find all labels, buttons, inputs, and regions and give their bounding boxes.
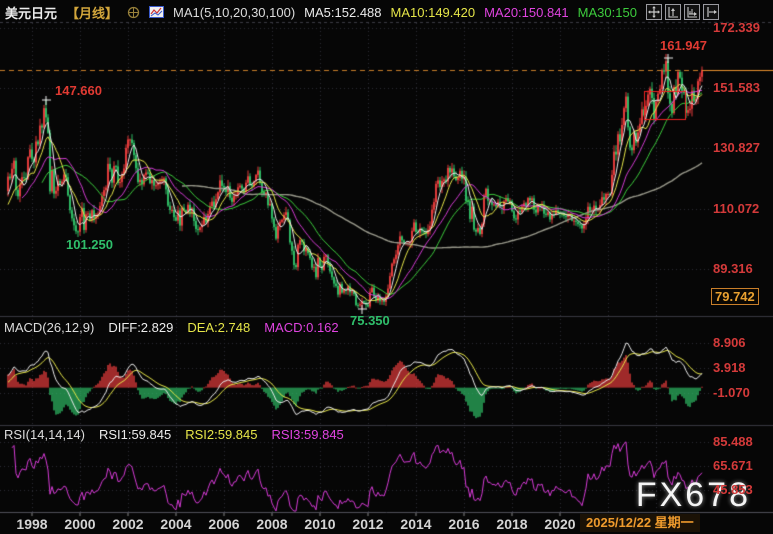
price-axis-label: 89.316 bbox=[713, 261, 771, 276]
ma30-value: MA30:150 bbox=[578, 5, 637, 20]
chart-canvas[interactable] bbox=[0, 0, 773, 534]
current-date-badge: 2025/12/22 星期一 bbox=[580, 514, 700, 532]
rsi3-value: RSI3:59.845 bbox=[272, 427, 344, 442]
price-axis-label: 110.072 bbox=[713, 201, 771, 216]
ma10-value: MA10:149.420 bbox=[391, 5, 476, 20]
ma20-value: MA20:150.841 bbox=[484, 5, 569, 20]
macd-label-row: MACD(26,12,9) DIFF:2.829 DEA:2.748 MACD:… bbox=[4, 320, 339, 335]
annotation-2011-low: 75.350 bbox=[350, 313, 390, 328]
axis-zoom-horizontal-icon[interactable] bbox=[684, 4, 700, 20]
rsi2-value: RSI2:59.845 bbox=[185, 427, 257, 442]
chart-type-icon[interactable] bbox=[149, 6, 164, 18]
macd-diff-value: DIFF:2.829 bbox=[108, 320, 173, 335]
macd-value: MACD:0.162 bbox=[264, 320, 338, 335]
symbol-name: 美元日元 bbox=[5, 3, 57, 22]
chart-header: 美元日元 【月线】 MA1(5,10,20,30,100) MA5:152.48… bbox=[0, 0, 773, 22]
macd-axis-label: 3.918 bbox=[713, 360, 771, 375]
year-label: 2002 bbox=[108, 516, 148, 532]
year-label: 2004 bbox=[156, 516, 196, 532]
axis-zoom-vertical-icon[interactable] bbox=[665, 4, 681, 20]
macd-dea-value: DEA:2.748 bbox=[187, 320, 250, 335]
macd-params: MACD(26,12,9) bbox=[4, 320, 94, 335]
year-label: 2010 bbox=[300, 516, 340, 532]
macd-axis-label: -1.070 bbox=[713, 385, 771, 400]
annotation-1998-high: 147.660 bbox=[55, 83, 102, 98]
year-label: 2012 bbox=[348, 516, 388, 532]
year-label: 2006 bbox=[204, 516, 244, 532]
year-label: 2016 bbox=[444, 516, 484, 532]
annotation-1999-low: 101.250 bbox=[66, 237, 113, 252]
year-label: 2014 bbox=[396, 516, 436, 532]
rsi-axis-label: 85.488 bbox=[713, 434, 771, 449]
rsi-params: RSI(14,14,14) bbox=[4, 427, 85, 442]
target-icon[interactable] bbox=[127, 6, 140, 19]
price-axis-bottom-label: 79.742 bbox=[711, 288, 759, 305]
ma5-value: MA5:152.488 bbox=[304, 5, 381, 20]
year-label: 2018 bbox=[492, 516, 532, 532]
period-label: 【月线】 bbox=[66, 3, 118, 22]
rsi-label-row: RSI(14,14,14) RSI1:59.845 RSI2:59.845 RS… bbox=[4, 427, 344, 442]
rsi-axis-label: 65.671 bbox=[713, 458, 771, 473]
rsi-axis-label: 45.853 bbox=[713, 482, 771, 497]
chart-toolbar bbox=[646, 4, 719, 20]
macd-axis-label: 8.906 bbox=[713, 335, 771, 350]
year-label: 2000 bbox=[60, 516, 100, 532]
annotation-2024-high: 161.947 bbox=[660, 38, 707, 53]
time-axis[interactable]: 2025/12/22 星期一 1998 2000 2002 2004 2006 2008 2… bbox=[0, 513, 773, 534]
pan-icon[interactable] bbox=[646, 4, 662, 20]
ma-settings-label: MA1(5,10,20,30,100) bbox=[173, 5, 295, 20]
pane-expand-icon[interactable] bbox=[703, 4, 719, 20]
year-label: 2008 bbox=[252, 516, 292, 532]
year-label: 2020 bbox=[540, 516, 580, 532]
rsi1-value: RSI1:59.845 bbox=[99, 427, 171, 442]
price-axis-label: 151.583 bbox=[713, 80, 771, 95]
year-label: 1998 bbox=[12, 516, 52, 532]
price-axis-label: 130.827 bbox=[713, 140, 771, 155]
price-axis-label: 172.339 bbox=[713, 20, 771, 35]
